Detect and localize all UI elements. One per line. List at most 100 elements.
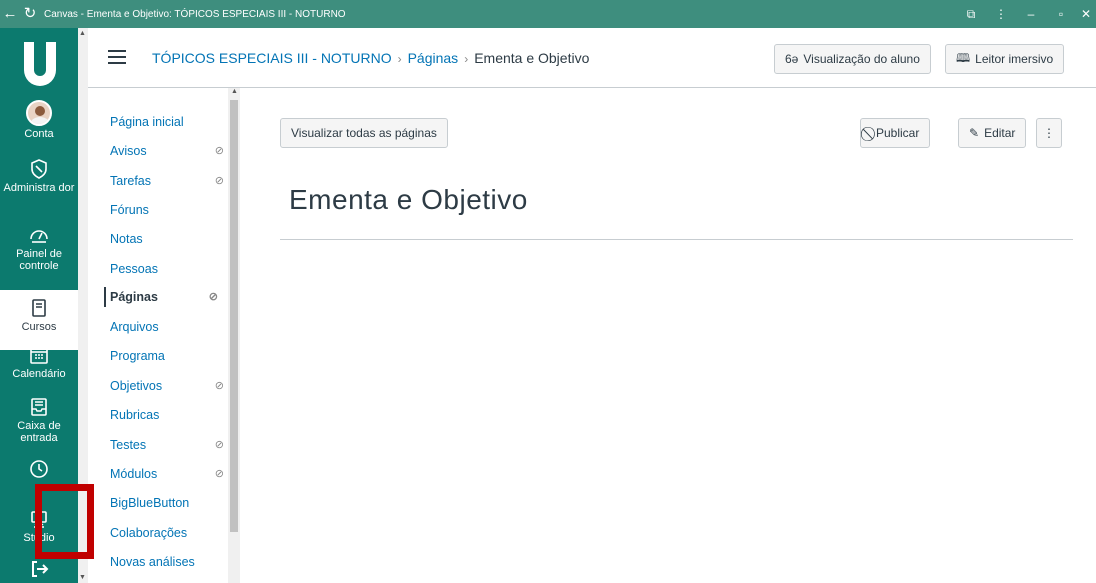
global-nav-history[interactable] bbox=[0, 458, 78, 482]
view-all-pages-button[interactable]: Visualizar todas as páginas bbox=[280, 118, 448, 148]
breadcrumb-current: Ementa e Objetivo bbox=[474, 50, 590, 66]
view-all-pages-label: Visualizar todas as páginas bbox=[291, 126, 437, 140]
breadcrumb-pages-link[interactable]: Páginas bbox=[408, 50, 459, 66]
student-view-label: Visualização do aluno bbox=[803, 52, 920, 66]
global-nav-label: Caixa de entrada bbox=[17, 420, 61, 444]
global-nav-dashboard[interactable]: Painel de controle bbox=[0, 224, 78, 272]
breadcrumb-separator-icon: › bbox=[397, 52, 402, 66]
course-nav-syllabus[interactable]: Programa bbox=[110, 346, 220, 366]
course-nav-scrollbar[interactable]: ▲ bbox=[228, 88, 240, 583]
kebab-menu-icon: ⋮ bbox=[1043, 126, 1055, 140]
page-title: Ementa e Objetivo bbox=[289, 184, 528, 215]
hamburger-menu-icon[interactable] bbox=[108, 50, 126, 64]
course-nav-label: Página inicial bbox=[110, 115, 184, 129]
shield-icon bbox=[31, 159, 47, 179]
eye-slash-icon: ⊘ bbox=[214, 468, 224, 480]
immersive-reader-button[interactable]: 🕮 Leitor imersivo bbox=[945, 44, 1065, 74]
course-nav-label: Testes bbox=[110, 438, 147, 452]
course-nav-label: Fóruns bbox=[110, 203, 149, 217]
course-nav-discussions[interactable]: Fóruns bbox=[110, 200, 220, 220]
studio-highlight-box bbox=[35, 484, 94, 559]
window-title: Canvas - Ementa e Objetivo: TÓPICOS ESPE… bbox=[44, 8, 346, 20]
global-nav-admin[interactable]: Administra dor bbox=[0, 158, 78, 194]
student-view-button[interactable]: 6ə Visualização do aluno bbox=[774, 44, 931, 74]
edit-label: Editar bbox=[984, 126, 1016, 140]
course-nav-pages[interactable]: Páginas ⊘ bbox=[104, 287, 218, 307]
immersive-reader-icon: 🕮 bbox=[956, 50, 971, 65]
course-nav-label: Colaborações bbox=[110, 526, 188, 540]
global-nav-label: Calendário bbox=[12, 368, 66, 380]
course-nav-assignments[interactable]: Tarefas ⊘ bbox=[110, 171, 224, 191]
back-arrow-icon[interactable]: ← bbox=[0, 0, 20, 28]
scroll-up-arrow-icon[interactable]: ▲ bbox=[231, 88, 238, 95]
publish-label: Publicar bbox=[876, 126, 920, 140]
course-nav-people[interactable]: Pessoas bbox=[110, 259, 220, 279]
eye-slash-icon: ⊘ bbox=[214, 380, 224, 392]
course-nav-new-analytics[interactable]: Novas análises bbox=[110, 552, 220, 572]
dashboard-icon bbox=[30, 230, 48, 243]
title-divider bbox=[280, 239, 1073, 240]
logout-icon bbox=[32, 561, 49, 577]
extension-icon[interactable]: ⧉ bbox=[956, 7, 986, 22]
global-nav-label: Cursos bbox=[21, 321, 57, 333]
course-nav: Página inicial Avisos ⊘ Tarefas ⊘ Fóruns N… bbox=[88, 88, 240, 583]
course-nav-rubrics[interactable]: Rubricas bbox=[110, 405, 220, 425]
course-nav-label: Páginas bbox=[110, 290, 158, 304]
global-nav-inbox[interactable]: Caixa de entrada bbox=[0, 396, 78, 444]
global-nav-calendar[interactable]: Calendário bbox=[0, 344, 78, 380]
minimize-icon[interactable]: – bbox=[1016, 7, 1046, 21]
scroll-up-arrow-icon[interactable]: ▲ bbox=[79, 30, 86, 37]
inbox-icon bbox=[31, 398, 47, 416]
global-nav-courses[interactable]: Cursos bbox=[0, 290, 78, 350]
publish-button[interactable]: ⃠ Publicar bbox=[860, 118, 931, 148]
course-nav-label: Módulos bbox=[110, 467, 158, 481]
edit-button[interactable]: ✎ Editar bbox=[958, 118, 1027, 148]
clock-icon bbox=[30, 460, 48, 478]
course-nav-modules[interactable]: Módulos ⊘ bbox=[110, 464, 224, 484]
immersive-reader-label: Leitor imersivo bbox=[975, 52, 1054, 66]
course-nav-label: Programa bbox=[110, 349, 165, 363]
course-nav-outcomes[interactable]: Objetivos ⊘ bbox=[110, 376, 224, 396]
course-nav-collaborations[interactable]: Colaborações bbox=[110, 523, 220, 543]
more-menu-icon[interactable]: ⋮ bbox=[986, 7, 1016, 21]
course-nav-label: Tarefas bbox=[110, 174, 151, 188]
eye-slash-icon: ⊘ bbox=[214, 145, 224, 157]
course-nav-label: Notas bbox=[110, 232, 143, 246]
course-nav-label: Objetivos bbox=[110, 379, 163, 393]
refresh-icon[interactable]: ↻ bbox=[20, 0, 40, 28]
global-nav-label: Administra dor bbox=[3, 182, 75, 194]
course-nav-home[interactable]: Página inicial bbox=[110, 112, 220, 132]
breadcrumb-course-link[interactable]: TÓPICOS ESPECIAIS III - NOTURNO bbox=[152, 50, 392, 66]
global-nav-account[interactable]: Conta bbox=[0, 100, 78, 140]
calendar-icon bbox=[30, 347, 48, 364]
course-nav-label: Pessoas bbox=[110, 262, 158, 276]
course-nav-label: Arquivos bbox=[110, 320, 159, 334]
global-nav-logout[interactable] bbox=[0, 558, 78, 582]
course-nav-label: Rubricas bbox=[110, 408, 160, 422]
course-nav-grades[interactable]: Notas bbox=[110, 229, 220, 249]
eye-slash-icon: ⊘ bbox=[214, 439, 224, 451]
scroll-down-arrow-icon[interactable]: ▼ bbox=[79, 574, 86, 581]
book-icon bbox=[32, 299, 46, 317]
global-nav-label: Painel de controle bbox=[16, 248, 62, 272]
page-content: Visualizar todas as páginas ⃠ Publicar ✎… bbox=[240, 88, 1096, 583]
course-nav-label: Avisos bbox=[110, 144, 147, 158]
course-nav-files[interactable]: Arquivos bbox=[110, 317, 220, 337]
course-nav-label: BigBlueButton bbox=[110, 496, 190, 510]
restore-icon[interactable]: ▫ bbox=[1046, 7, 1076, 21]
eye-slash-icon: ⊘ bbox=[214, 175, 224, 187]
institution-logo[interactable] bbox=[14, 36, 66, 92]
glasses-icon: 6ə bbox=[785, 52, 799, 66]
course-header: TÓPICOS ESPECIAIS III - NOTURNO › Páginas ›… bbox=[88, 28, 1096, 88]
course-nav-quizzes[interactable]: Testes ⊘ bbox=[110, 435, 224, 455]
eye-slash-icon: ⊘ bbox=[208, 291, 218, 303]
breadcrumb: TÓPICOS ESPECIAIS III - NOTURNO › Páginas ›… bbox=[152, 50, 589, 66]
course-nav-bigbluebutton[interactable]: BigBlueButton bbox=[110, 493, 220, 513]
close-icon[interactable]: ✕ bbox=[1076, 7, 1096, 21]
global-nav-label: Conta bbox=[24, 128, 54, 140]
scrollbar-thumb[interactable] bbox=[230, 100, 238, 532]
course-nav-label: Novas análises bbox=[110, 555, 195, 569]
pencil-icon: ✎ bbox=[969, 126, 980, 140]
course-nav-announcements[interactable]: Avisos ⊘ bbox=[110, 141, 224, 161]
more-options-button[interactable]: ⋮ bbox=[1036, 118, 1062, 148]
